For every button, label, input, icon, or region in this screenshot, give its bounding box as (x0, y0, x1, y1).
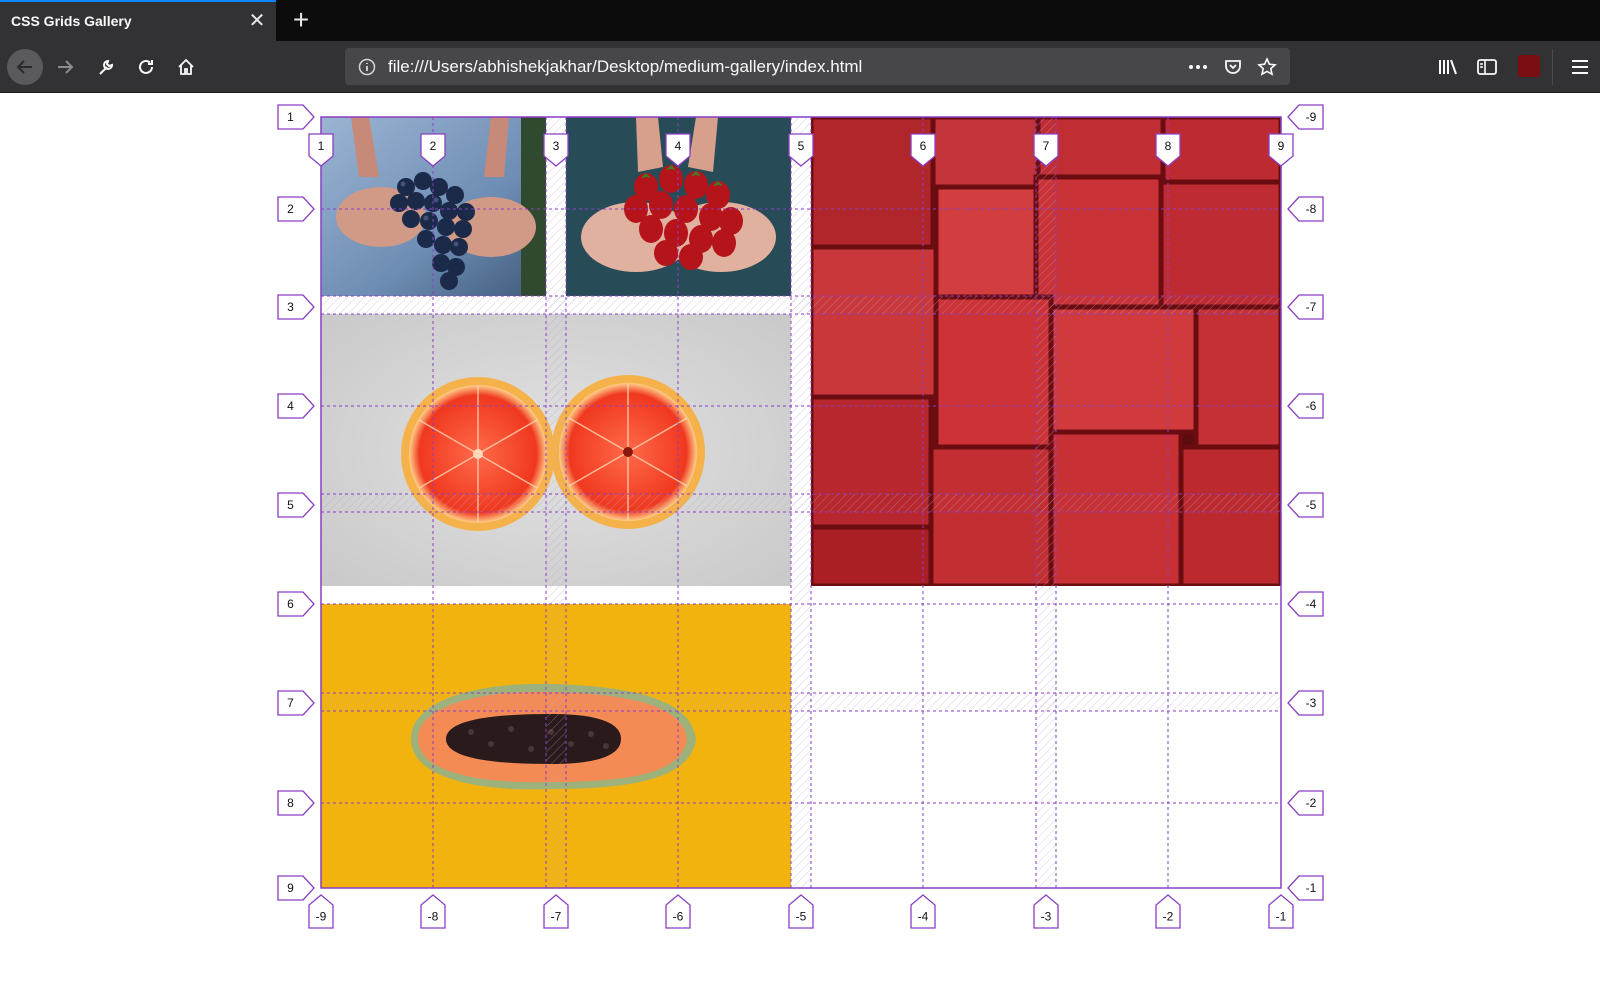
row-line-label-negative-text: -7 (1306, 300, 1317, 314)
wrench-icon (99, 59, 114, 75)
gallery-image-papaya[interactable] (321, 604, 791, 888)
column-line-label-negative-text: -4 (918, 910, 929, 924)
home-button[interactable] (168, 49, 204, 85)
row-line-label-text: 3 (287, 300, 294, 314)
row-line-label-negative: -6 (1287, 393, 1324, 419)
row-line-label: 2 (277, 196, 315, 222)
tab-strip: CSS Grids Gallery ✕ + (0, 0, 1600, 41)
gallery-image-watermelon[interactable] (811, 117, 1281, 586)
pocket-icon[interactable] (1222, 57, 1244, 77)
column-line-label-negative: -6 (665, 894, 691, 929)
row-line-label-negative-text: -5 (1306, 498, 1317, 512)
row-line-label-text: 2 (287, 202, 294, 216)
row-line-label-negative-text: -6 (1306, 399, 1317, 413)
column-line-label-negative: -3 (1033, 894, 1059, 929)
reload-button[interactable] (128, 49, 164, 85)
tab-css-grids-gallery[interactable]: CSS Grids Gallery ✕ (0, 0, 276, 41)
row-line-label-negative: -2 (1287, 790, 1324, 816)
row-line-label: 3 (277, 294, 315, 320)
row-line-label: 8 (277, 790, 315, 816)
row-line-label-negative-text: -9 (1306, 110, 1317, 124)
url-text[interactable]: file:///Users/abhishekjakhar/Desktop/med… (388, 57, 862, 77)
row-line-label-text: 6 (287, 597, 294, 611)
reload-icon (139, 59, 153, 74)
column-line-label-negative-text: -7 (551, 910, 562, 924)
row-line-label-text: 7 (287, 696, 294, 710)
row-line-label-negative: -5 (1287, 492, 1324, 518)
row-line-label-text: 9 (287, 881, 294, 895)
row-line-label: 1 (277, 104, 315, 130)
row-line-label: 7 (277, 690, 315, 716)
gallery-image-grapes[interactable] (321, 117, 546, 296)
library-icon[interactable] (1436, 55, 1460, 79)
column-line-label-negative-text: -9 (316, 910, 327, 924)
column-line-label-negative: -4 (910, 894, 936, 929)
column-line-label-negative: -7 (543, 894, 569, 929)
toolbar-separator (1552, 49, 1553, 85)
navigation-toolbar: file:///Users/abhishekjakhar/Desktop/med… (0, 41, 1600, 93)
row-line-label-negative-text: -2 (1306, 796, 1317, 810)
column-line-label-negative: -8 (420, 894, 446, 929)
hamburger-menu-icon[interactable] (1568, 55, 1592, 79)
gallery-image-grapefruit[interactable] (321, 314, 791, 586)
row-line-label-text: 4 (287, 399, 294, 413)
tab-title: CSS Grids Gallery (11, 13, 132, 29)
column-line-label-negative-text: -1 (1276, 910, 1287, 924)
row-line-label-negative-text: -4 (1306, 597, 1317, 611)
row-line-label-negative: -3 (1287, 690, 1324, 716)
close-tab-icon[interactable]: ✕ (246, 10, 268, 32)
row-line-label-negative: -9 (1287, 104, 1324, 130)
row-line-label-negative: -7 (1287, 294, 1324, 320)
sidebar-icon[interactable] (1475, 55, 1499, 79)
gallery-image-strawberries[interactable] (566, 117, 791, 296)
column-line-label-negative-text: -2 (1163, 910, 1174, 924)
forward-button[interactable] (47, 49, 83, 85)
tools-button[interactable] (88, 49, 124, 85)
row-line-label: 4 (277, 393, 315, 419)
column-line-label-negative: -1 (1268, 894, 1294, 929)
column-line-label-negative-text: -6 (673, 910, 684, 924)
column-line-label-negative-text: -8 (428, 910, 439, 924)
page-content: 1 2 3 4 5 6 7 8 9 -9 -8 -7 -6 -5 -4 -3 -2 -1 1 2 3 4 5 6 7 8 9 -9 -8… (0, 93, 1600, 1000)
new-tab-button[interactable]: + (288, 6, 314, 34)
column-line-label-negative: -2 (1155, 894, 1181, 929)
row-line-label-negative-text: -8 (1306, 202, 1317, 216)
column-line-label-negative: -9 (308, 894, 334, 929)
back-arrow-icon (16, 60, 32, 74)
row-line-label-negative-text: -3 (1306, 696, 1317, 710)
back-button[interactable] (7, 49, 43, 85)
row-line-label-negative: -8 (1287, 196, 1324, 222)
row-line-label-text: 8 (287, 796, 294, 810)
extension-icon[interactable] (1518, 55, 1540, 77)
row-line-label-negative: -1 (1287, 875, 1324, 901)
page-actions-icon[interactable] (1187, 57, 1209, 77)
row-line-label-text: 1 (287, 110, 294, 124)
row-line-label-negative: -4 (1287, 591, 1324, 617)
url-bar[interactable]: file:///Users/abhishekjakhar/Desktop/med… (345, 48, 1290, 85)
row-line-label: 9 (277, 875, 315, 901)
forward-arrow-icon (58, 60, 74, 74)
column-line-label-negative-text: -3 (1041, 910, 1052, 924)
row-line-label: 5 (277, 492, 315, 518)
bookmark-star-icon[interactable] (1256, 57, 1278, 77)
column-line-label-negative-text: -5 (796, 910, 807, 924)
gallery-grid (321, 117, 1281, 888)
info-icon[interactable] (357, 57, 377, 77)
home-icon (178, 58, 194, 75)
row-line-label: 6 (277, 591, 315, 617)
column-line-label-negative: -5 (788, 894, 814, 929)
row-line-label-negative-text: -1 (1306, 881, 1317, 895)
row-line-label-text: 5 (287, 498, 294, 512)
